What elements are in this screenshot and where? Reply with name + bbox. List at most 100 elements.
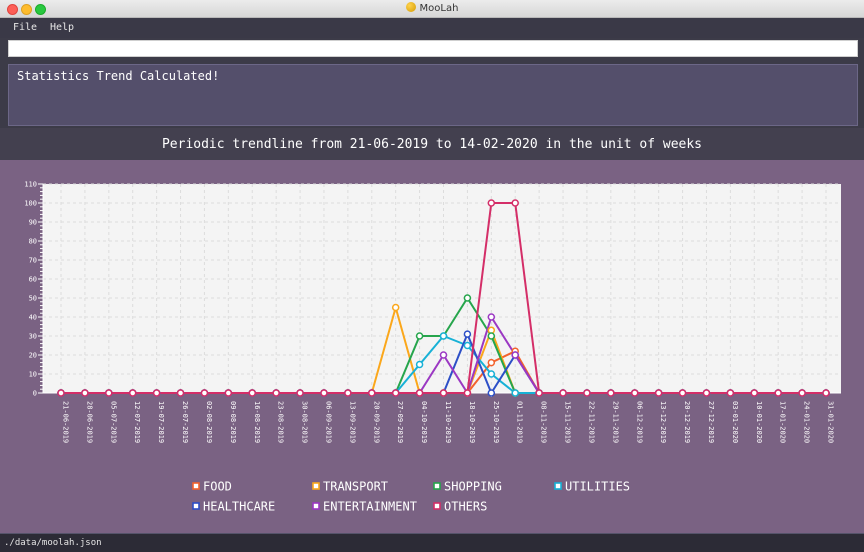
result-display: Statistics Trend Calculated! [8,64,858,126]
data-point [391,389,400,397]
data-point [439,389,448,397]
x-tick-label: 13-09-2019 [348,401,356,443]
result-message: Statistics Trend Calculated! [17,69,220,83]
data-point [224,389,233,397]
menu-file[interactable]: File [13,22,37,33]
legend-label-transport: TRANSPORT [323,480,388,494]
x-tick-label: 11-10-2019 [444,401,452,443]
coin-icon [405,2,416,12]
menu-help[interactable]: Help [50,22,74,33]
window-title: MooLah [419,3,459,14]
data-point [487,313,496,321]
legend-label-food: FOOD [203,480,232,494]
legend-label-entertainment: ENTERTAINMENT [323,500,417,514]
data-point [511,351,519,359]
status-bar: ./data/moolah.json [0,533,864,552]
x-tick-label: 06-09-2019 [324,401,332,443]
command-input[interactable] [8,40,858,57]
data-point [81,389,89,397]
y-tick-label: 30 [29,333,37,341]
data-point [702,389,711,397]
y-tick-label: 40 [29,314,37,322]
x-tick-label: 20-12-2019 [683,401,691,443]
data-point [726,389,735,397]
data-point [583,389,591,397]
window-titlebar: MooLah [0,0,864,18]
data-point [774,389,782,397]
data-point [152,389,161,397]
y-tick-label: 90 [29,219,37,227]
x-tick-label: 20-09-2019 [372,401,380,443]
data-point [128,389,137,397]
x-tick-label: 21-06-2019 [62,401,70,443]
data-point [750,389,759,397]
x-tick-label: 03-01-2020 [731,401,739,443]
y-tick-label: 80 [29,238,37,246]
x-tick-label: 23-08-2019 [277,401,285,443]
x-tick-label: 27-09-2019 [396,401,404,443]
data-point [200,389,209,397]
x-tick-label: 26-07-2019 [181,401,189,443]
x-tick-label: 08-11-2019 [540,401,548,443]
data-point [272,389,280,397]
data-point [487,332,496,340]
data-point [391,303,400,312]
trendline-chart: 0 10 20 30 40 50 60 70 80 90 100 110 21-06-2019 28-06… [24,181,841,514]
x-tick-label: 15-11-2019 [564,401,572,443]
data-point [415,360,424,369]
x-tick-label: 22-11-2019 [587,401,595,443]
data-point [439,351,448,359]
data-point [176,389,185,397]
data-point [248,389,256,397]
data-point [463,330,472,338]
data-point [559,389,567,397]
data-point [487,358,496,367]
x-tick-label: 24-01-2020 [803,401,811,443]
x-tick-label: 25-10-2019 [492,401,500,443]
data-point [487,389,496,397]
y-tick-label: 100 [24,200,37,208]
data-point [822,389,830,397]
y-tick-label: 60 [29,276,37,284]
legend-label-shopping: SHOPPING [444,480,502,494]
x-tick-label: 02-08-2019 [205,401,213,443]
x-tick-label: 01-11-2019 [516,401,524,443]
data-point [678,389,687,397]
y-tick-label: 20 [29,352,37,360]
data-point [487,370,496,378]
x-tick-label: 05-07-2019 [109,401,117,443]
y-tick-label: 70 [29,257,37,265]
status-file-path: ./data/moolah.json [4,538,102,548]
data-point [511,199,519,207]
statistics-panel: Periodic trendline from 21-06-2019 to 14… [0,128,864,533]
data-point [368,389,376,397]
data-point [463,389,472,397]
x-tick-label: 28-06-2019 [85,401,93,443]
data-point [296,389,304,397]
x-tick-label: 10-01-2020 [755,401,763,443]
data-point [487,199,496,207]
plot-area [43,184,841,393]
legend-swatch-food [192,482,200,490]
data-point [344,389,352,397]
x-tick-label: 04-10-2019 [420,401,428,443]
x-tick-label: 17-01-2020 [779,401,787,443]
legend-swatch-others [433,502,441,510]
data-point [535,389,543,397]
x-tick-label: 13-12-2019 [659,401,667,443]
x-tick-label: 27-12-2019 [707,401,715,443]
data-point [511,389,519,397]
legend-label-healthcare: HEALTHCARE [203,500,275,514]
x-tick-label: 19-07-2019 [157,401,165,443]
data-point [57,389,65,397]
legend-swatch-shopping [433,482,441,490]
legend-label-others: OTHERS [444,500,487,514]
x-tick-label: 16-08-2019 [253,401,261,443]
legend-swatch-entertainment [312,502,320,510]
x-tick-label: 06-12-2019 [635,401,643,443]
window-title-area: MooLah [0,2,864,14]
data-point [439,332,448,340]
x-tick-label: 09-08-2019 [229,401,237,443]
data-point [798,389,806,397]
data-point [105,389,113,397]
